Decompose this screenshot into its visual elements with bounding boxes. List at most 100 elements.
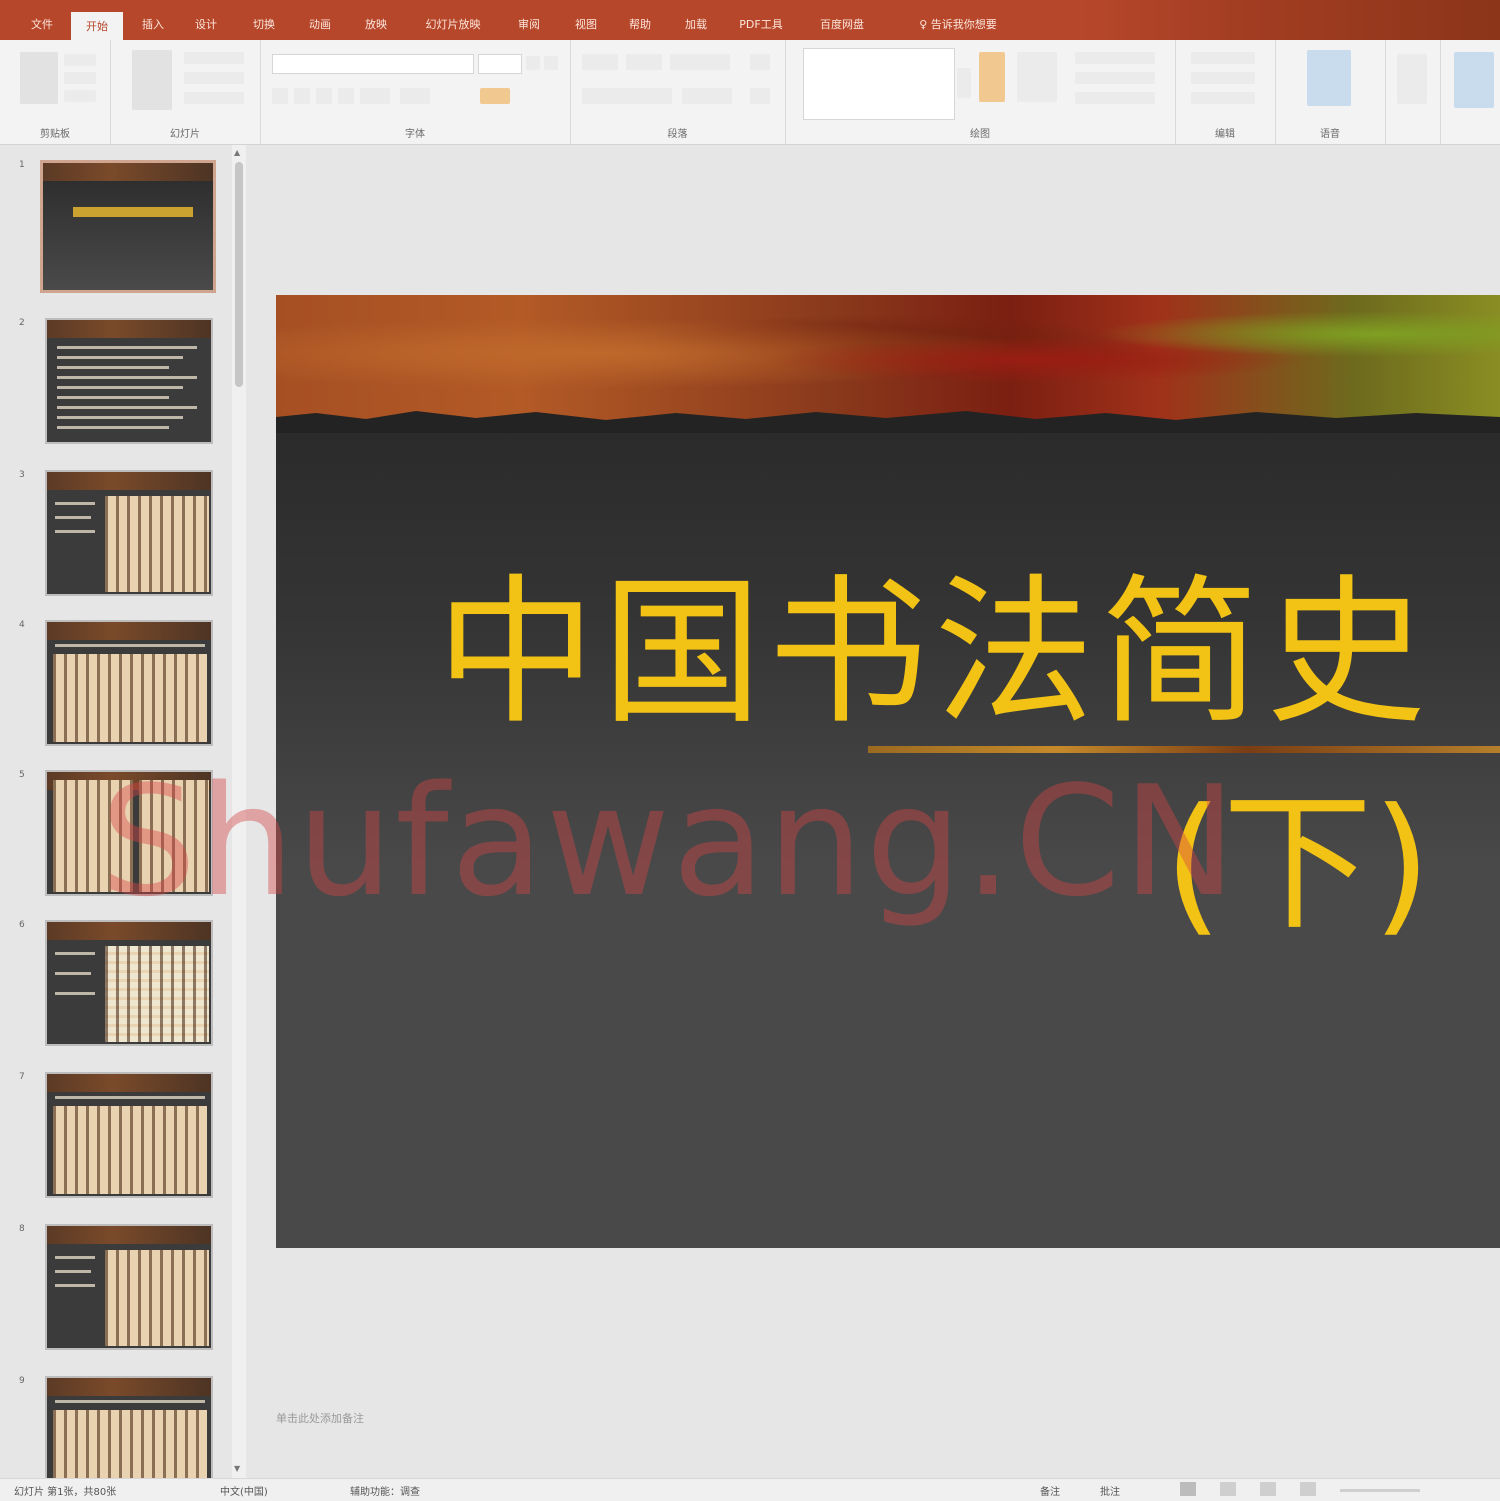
cut-button[interactable] <box>64 54 96 66</box>
italic-button[interactable] <box>294 88 310 104</box>
slide-sorter-icon[interactable] <box>1220 1482 1236 1496</box>
accessibility-indicator[interactable]: 辅助功能：调查 <box>350 1483 420 1498</box>
ribbon-tab-7[interactable]: 放映 <box>352 10 400 40</box>
arrange-button[interactable] <box>979 52 1005 102</box>
shapes-gallery-more[interactable] <box>957 68 971 98</box>
slide-title[interactable]: 中国书法简史 <box>436 563 1500 743</box>
thumbnail-number: 4 <box>19 620 25 630</box>
indent-buttons[interactable] <box>670 54 730 70</box>
shape-outline-button[interactable] <box>1075 72 1155 84</box>
change-case-button[interactable] <box>400 88 430 104</box>
thumbnail-text-line <box>57 406 197 409</box>
zoom-slider[interactable] <box>1340 1489 1420 1492</box>
increase-font-button[interactable] <box>526 56 540 70</box>
underline-button[interactable] <box>316 88 332 104</box>
thumbnail-text-line <box>55 516 91 519</box>
thumbnail-text-line <box>55 502 95 505</box>
reuse-slides-button[interactable] <box>1397 54 1427 104</box>
copy-button[interactable] <box>64 72 96 84</box>
font-name-field[interactable] <box>272 54 474 74</box>
ribbon-tab-3[interactable]: 插入 <box>132 10 174 40</box>
thumbnail-header <box>47 1378 211 1396</box>
comments-toggle[interactable]: 批注 <box>1100 1483 1120 1498</box>
replace-button[interactable] <box>1191 72 1255 84</box>
slide-thumbnail-8[interactable] <box>45 1224 213 1350</box>
notes-toggle[interactable]: 备注 <box>1040 1483 1060 1498</box>
scroll-up-icon[interactable]: ▲ <box>234 148 240 157</box>
thumbnail-header <box>47 622 211 640</box>
slide-thumbnail-2[interactable] <box>45 318 213 444</box>
shape-fill-button[interactable] <box>1075 52 1155 64</box>
status-bar: 幻灯片 第1张，共80张 中文(中国) 辅助功能：调查 备注 批注 <box>0 1478 1500 1501</box>
dictate-button[interactable] <box>1307 50 1351 106</box>
shape-effects-button[interactable] <box>1075 92 1155 104</box>
slide-thumbnail-3[interactable] <box>45 470 213 596</box>
numbering-button[interactable] <box>626 54 662 70</box>
thumbnail-text-line <box>57 356 183 359</box>
notes-placeholder[interactable]: 单击此处添加备注 <box>276 1410 364 1426</box>
font-size-field[interactable] <box>478 54 522 74</box>
font-color-button[interactable] <box>480 88 510 104</box>
find-button[interactable] <box>1191 52 1255 64</box>
ribbon-tab-6[interactable]: 动画 <box>296 10 344 40</box>
smartart-button[interactable] <box>750 88 770 104</box>
voice-group: 语音 <box>1275 40 1386 144</box>
shapes-gallery[interactable] <box>803 48 955 120</box>
thumbnail-text-line <box>57 366 169 369</box>
slide-thumbnail-9[interactable] <box>45 1376 213 1478</box>
select-button[interactable] <box>1191 92 1255 104</box>
thumbnail-title-mark <box>73 207 193 217</box>
thumbnail-calligraphy-image <box>53 1106 207 1194</box>
thumbnail-text-line <box>55 1284 95 1287</box>
new-slide-button[interactable] <box>132 50 172 110</box>
ribbon-tab-10[interactable]: 视图 <box>562 10 610 40</box>
language-indicator[interactable]: 中文(中国) <box>220 1483 268 1498</box>
ribbon-tab-15[interactable]: ♀ 告诉我你想要 <box>898 10 1018 40</box>
ribbon-tab-9[interactable]: 审阅 <box>505 10 553 40</box>
slide-thumbnail-7[interactable] <box>45 1072 213 1198</box>
thumbnail-header <box>47 1074 211 1092</box>
clipboard-group-label: 剪贴板 <box>40 129 70 140</box>
thumbnail-number: 1 <box>19 160 25 170</box>
ribbon-tab-4[interactable]: 设计 <box>185 10 227 40</box>
ribbon-tab-8[interactable]: 幻灯片放映 <box>410 10 496 40</box>
thumbnail-number: 5 <box>19 770 25 780</box>
slide-thumbnail-1[interactable] <box>40 160 216 293</box>
quick-styles-button[interactable] <box>1017 52 1057 102</box>
text-direction-button[interactable] <box>750 54 770 70</box>
bullets-button[interactable] <box>582 54 618 70</box>
thumbnail-text-line <box>55 952 95 955</box>
thumbnail-number: 9 <box>19 1376 25 1386</box>
align-buttons[interactable] <box>582 88 672 104</box>
reset-button[interactable] <box>184 72 244 84</box>
normal-view-icon[interactable] <box>1180 1482 1196 1496</box>
slideshow-icon[interactable] <box>1300 1482 1316 1496</box>
ribbon-tab-11[interactable]: 帮助 <box>616 10 664 40</box>
layout-button[interactable] <box>184 52 244 64</box>
ribbon: 剪贴板 幻灯片 字体 段落 绘图 编辑 语音 <box>0 40 1500 145</box>
thumbnail-text-line <box>55 1256 95 1259</box>
ribbon-tab-13[interactable]: PDF工具 <box>728 10 794 40</box>
thumbnail-scrollbar-thumb[interactable] <box>235 162 243 387</box>
slide-thumbnail-6[interactable] <box>45 920 213 1046</box>
thumbnail-text-line <box>57 346 197 349</box>
bold-button[interactable] <box>272 88 288 104</box>
scroll-down-icon[interactable]: ▼ <box>234 1464 240 1473</box>
ribbon-tab-12[interactable]: 加载 <box>672 10 720 40</box>
ribbon-tab-1[interactable]: 文件 <box>22 10 62 40</box>
strikethrough-button[interactable] <box>338 88 354 104</box>
design-ideas-button[interactable] <box>1454 52 1494 108</box>
format-painter-button[interactable] <box>64 90 96 102</box>
ribbon-tab-5[interactable]: 切换 <box>240 10 288 40</box>
ribbon-tab-2[interactable]: 开始 <box>71 12 123 40</box>
thumbnail-text-line <box>55 992 95 995</box>
slide-thumbnail-4[interactable] <box>45 620 213 746</box>
reading-view-icon[interactable] <box>1260 1482 1276 1496</box>
columns-button[interactable] <box>682 88 732 104</box>
decrease-font-button[interactable] <box>544 56 558 70</box>
paste-button[interactable] <box>20 52 58 104</box>
editing-group-label: 编辑 <box>1215 129 1235 140</box>
section-button[interactable] <box>184 92 244 104</box>
ribbon-tab-14[interactable]: 百度网盘 <box>806 10 878 40</box>
char-spacing-button[interactable] <box>360 88 390 104</box>
